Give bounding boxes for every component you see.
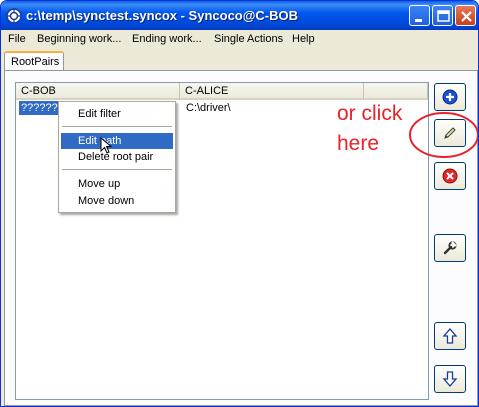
menu-separator [62, 169, 172, 170]
window-title: c:\temp\synctest.syncox - Syncoco@C-BOB [26, 8, 299, 23]
tab-rootpairs-label: RootPairs [11, 56, 60, 68]
table-row-c-alice-cell[interactable]: C:\driver\ [186, 102, 231, 114]
maximize-button[interactable] [432, 5, 453, 26]
menu-beginning-work[interactable]: Beginning work... [37, 33, 121, 45]
menu-item-edit-filter[interactable]: Edit filter [61, 106, 173, 122]
delete-root-pair-button[interactable] [434, 162, 466, 190]
app-icon [6, 8, 22, 24]
menu-single-actions[interactable]: Single Actions [214, 33, 283, 45]
maximize-icon [437, 10, 450, 22]
menu-item-move-down[interactable]: Move down [61, 193, 173, 209]
minimize-icon [415, 19, 422, 22]
column-header-c-alice[interactable]: C-ALICE [180, 83, 364, 100]
menu-separator [62, 126, 172, 127]
pencil-icon [444, 127, 456, 139]
menu-item-edit-path[interactable]: Edit path [61, 133, 173, 149]
close-icon [461, 11, 472, 22]
plus-icon [442, 89, 458, 105]
tab-strip: RootPairs [1, 49, 478, 71]
edit-path-button[interactable] [434, 119, 466, 147]
annotation-text-line2: here [337, 132, 380, 155]
menu-item-delete-root-pair[interactable]: Delete root pair [61, 149, 173, 165]
menu-help[interactable]: Help [292, 33, 315, 45]
tab-rootpairs[interactable]: RootPairs [4, 51, 64, 71]
close-button[interactable] [455, 5, 476, 26]
minimize-button[interactable] [409, 5, 430, 26]
move-up-button[interactable] [434, 322, 466, 350]
add-root-pair-button[interactable] [434, 83, 466, 111]
menu-item-move-up[interactable]: Move up [61, 176, 173, 192]
context-menu: Edit filter Edit path Delete root pair M… [58, 101, 176, 213]
edit-filter-button[interactable] [434, 234, 466, 262]
menu-bar: File Beginning work... Ending work... Si… [1, 30, 478, 49]
wrench-icon [443, 241, 457, 255]
title-bar[interactable]: c:\temp\synctest.syncox - Syncoco@C-BOB [1, 1, 478, 30]
annotation-text-line1: or click [337, 102, 403, 125]
delete-icon [442, 168, 458, 184]
mouse-cursor-icon [100, 137, 113, 154]
menu-ending-work[interactable]: Ending work... [132, 33, 202, 45]
arrow-down-icon [442, 371, 458, 387]
column-header-empty[interactable] [364, 83, 428, 100]
column-header-c-bob[interactable]: C-BOB [16, 83, 180, 100]
menu-file[interactable]: File [8, 33, 26, 45]
main-window: c:\temp\synctest.syncox - Syncoco@C-BOB … [0, 0, 479, 407]
move-down-button[interactable] [434, 365, 466, 393]
arrow-up-icon [442, 328, 458, 344]
